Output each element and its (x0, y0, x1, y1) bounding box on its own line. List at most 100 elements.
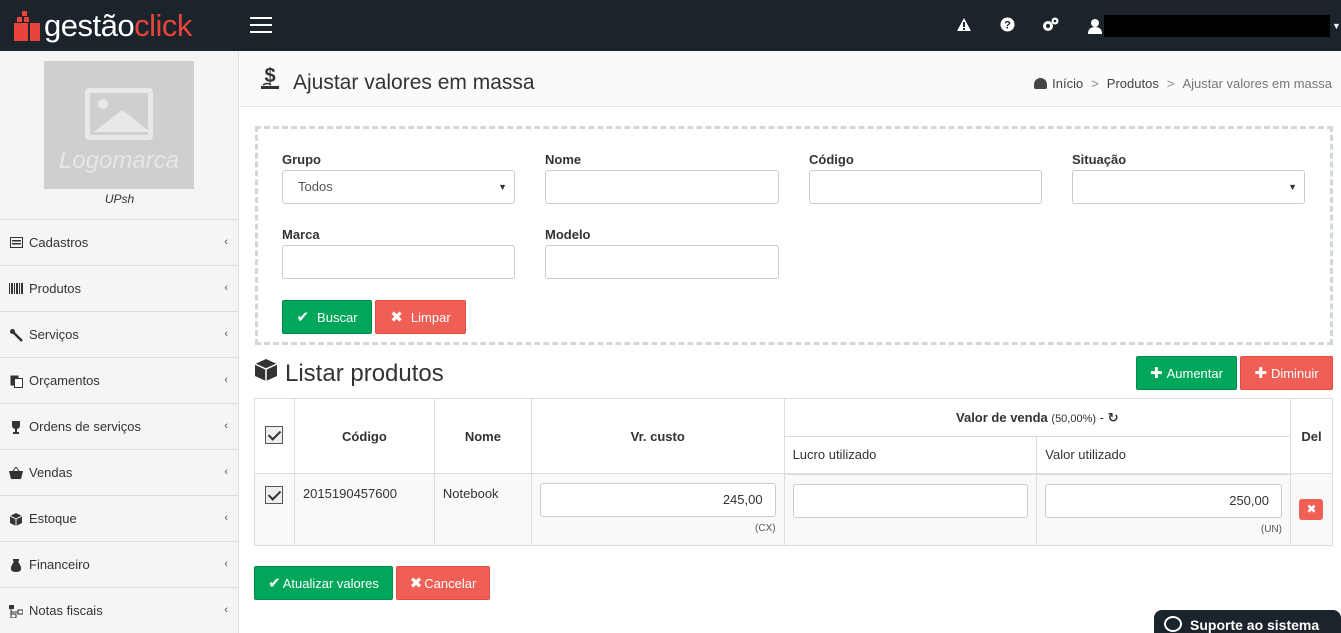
menu-toggle-icon[interactable] (250, 17, 272, 33)
lucro-input[interactable] (792, 483, 1029, 518)
row-codigo: 2015190457600 (293, 473, 435, 546)
column-header-codigo: Código (293, 398, 435, 474)
sidebar-item-label: Financeiro (29, 557, 90, 572)
row-select-cell (254, 473, 295, 546)
column-header-valor-utilizado: Valor utilizado (1036, 436, 1291, 475)
valor-unit: (UN) (1260, 523, 1282, 535)
table-header-row: Código Nome Vr. custo Valor de venda (50… (254, 398, 1334, 474)
sidebar-item-label: Serviços (29, 327, 79, 342)
valor-input[interactable]: 250,00 (1045, 483, 1282, 518)
warning-icon[interactable] (956, 17, 972, 33)
sidebar-item-notas-fiscais[interactable]: Notas fiscais ‹ (0, 587, 238, 633)
support-chat-button[interactable]: Suporte ao sistema (1154, 610, 1341, 633)
user-menu[interactable]: ▼ (1088, 15, 1341, 37)
select-all-checkbox[interactable] (265, 425, 284, 444)
help-icon[interactable]: ? (999, 17, 1015, 33)
sidebar-item-produtos[interactable]: Produtos ‹ (0, 265, 238, 311)
main-content: $ Ajustar valores em massa Início > Prod… (239, 51, 1341, 633)
breadcrumb-separator: > (1166, 76, 1175, 91)
nome-input[interactable] (545, 170, 779, 204)
update-values-label: Atualizar valores (282, 575, 379, 591)
wrench-icon (9, 328, 23, 342)
grupo-select[interactable]: Todos ▼ (282, 170, 515, 204)
table-row: 2015190457600 Notebook 245,00 (CX) 250,0… (254, 473, 1334, 546)
sidebar: Logomarca UPsh Cadastros ‹ Produtos ‹ Se… (0, 51, 239, 633)
chat-bubble-icon (1164, 616, 1182, 632)
settings-icon[interactable] (1042, 17, 1059, 33)
chevron-left-icon: ‹ (224, 328, 228, 340)
list-title: Listar produtos (285, 360, 444, 387)
barcode-icon (9, 282, 23, 295)
sidebar-item-label: Notas fiscais (29, 603, 103, 618)
page-header: $ Ajustar valores em massa Início > Prod… (239, 51, 1341, 107)
svg-text:?: ? (1004, 20, 1011, 32)
money-hand-icon: $ (259, 65, 281, 97)
organization-name: UPsh (104, 192, 135, 206)
chevron-down-icon: ▼ (1332, 21, 1341, 31)
decrease-button[interactable]: ✚ Diminuir (1240, 356, 1333, 390)
sidebar-item-orcamentos[interactable]: Orçamentos ‹ (0, 357, 238, 403)
search-button-label: Buscar (317, 309, 358, 325)
modelo-label: Modelo (545, 227, 591, 242)
plus-icon: ✚ (1150, 365, 1163, 382)
user-icon (1088, 18, 1102, 34)
close-icon: ✖ (390, 309, 403, 326)
select-all-header (254, 398, 295, 474)
increase-button[interactable]: ✚ Aumentar (1136, 356, 1237, 390)
breadcrumb-current: Ajustar valores em massa (1182, 76, 1332, 91)
sidebar-item-label: Orçamentos (29, 373, 100, 388)
sidebar-item-ordens-de-servicos[interactable]: Ordens de serviços ‹ (0, 403, 238, 449)
marca-input[interactable] (282, 245, 515, 279)
sidebar-item-vendas[interactable]: Vendas ‹ (0, 449, 238, 495)
column-header-valor-venda: Valor de venda (50,00%) - ↻ (783, 398, 1291, 437)
brand-logo[interactable]: gestãoclick (14, 8, 192, 44)
search-button[interactable]: ✔ Buscar (282, 300, 372, 334)
chevron-down-icon: ▼ (1288, 182, 1297, 192)
decrease-button-label: Diminuir (1270, 365, 1319, 381)
breadcrumb-produtos[interactable]: Produtos (1107, 76, 1159, 91)
column-header-del: Del (1289, 398, 1334, 474)
cancel-button[interactable]: ✖ Cancelar (396, 566, 490, 600)
sidebar-item-servicos[interactable]: Serviços ‹ (0, 311, 238, 357)
money-bag-icon (9, 558, 23, 572)
situacao-select[interactable]: ▼ (1072, 170, 1305, 204)
user-name-redacted (1104, 15, 1330, 37)
sidebar-menu: Cadastros ‹ Produtos ‹ Serviços ‹ Orçame… (0, 219, 238, 633)
sidebar-item-financeiro[interactable]: Financeiro ‹ (0, 541, 238, 587)
sidebar-item-label: Ordens de serviços (29, 419, 141, 434)
breadcrumb-home[interactable]: Início (1052, 76, 1083, 91)
chevron-left-icon: ‹ (224, 282, 228, 294)
codigo-input[interactable] (809, 170, 1042, 204)
sidebar-item-cadastros[interactable]: Cadastros ‹ (0, 219, 238, 265)
column-header-nome: Nome (433, 398, 532, 474)
row-custo-cell: 245,00 (CX) (530, 473, 785, 546)
copy-icon (9, 375, 23, 388)
column-header-lucro: Lucro utilizado (783, 436, 1038, 475)
marca-label: Marca (282, 227, 320, 242)
delete-row-button[interactable]: ✖ (1299, 499, 1324, 520)
grupo-label: Grupo (282, 152, 321, 167)
modelo-input[interactable] (545, 245, 779, 279)
list-icon (9, 236, 23, 249)
top-navbar: gestãoclick ? ▼ (0, 0, 1341, 51)
nome-label: Nome (545, 152, 582, 167)
custo-input[interactable]: 245,00 (539, 483, 776, 517)
brand-mark-icon (14, 11, 40, 41)
update-values-button[interactable]: ✔ Atualizar valores (254, 566, 393, 600)
situacao-label: Situação (1072, 152, 1127, 167)
increase-button-label: Aumentar (1166, 365, 1223, 381)
row-checkbox[interactable] (265, 486, 284, 504)
row-delete-cell: ✖ (1289, 473, 1334, 546)
sidebar-item-estoque[interactable]: Estoque ‹ (0, 495, 238, 541)
breadcrumb-separator: > (1091, 76, 1099, 91)
cube-icon (9, 512, 23, 526)
clear-button[interactable]: ✖ Limpar (375, 300, 466, 334)
sidebar-item-label: Vendas (29, 465, 73, 480)
sitemap-icon (9, 604, 24, 618)
cube-icon (254, 358, 278, 382)
page-title: Ajustar valores em massa (293, 71, 535, 94)
plus-icon: ✚ (1254, 365, 1267, 382)
trophy-icon (9, 420, 23, 434)
support-label: Suporte ao sistema (1190, 617, 1320, 633)
refresh-icon[interactable]: ↻ (1108, 410, 1119, 425)
